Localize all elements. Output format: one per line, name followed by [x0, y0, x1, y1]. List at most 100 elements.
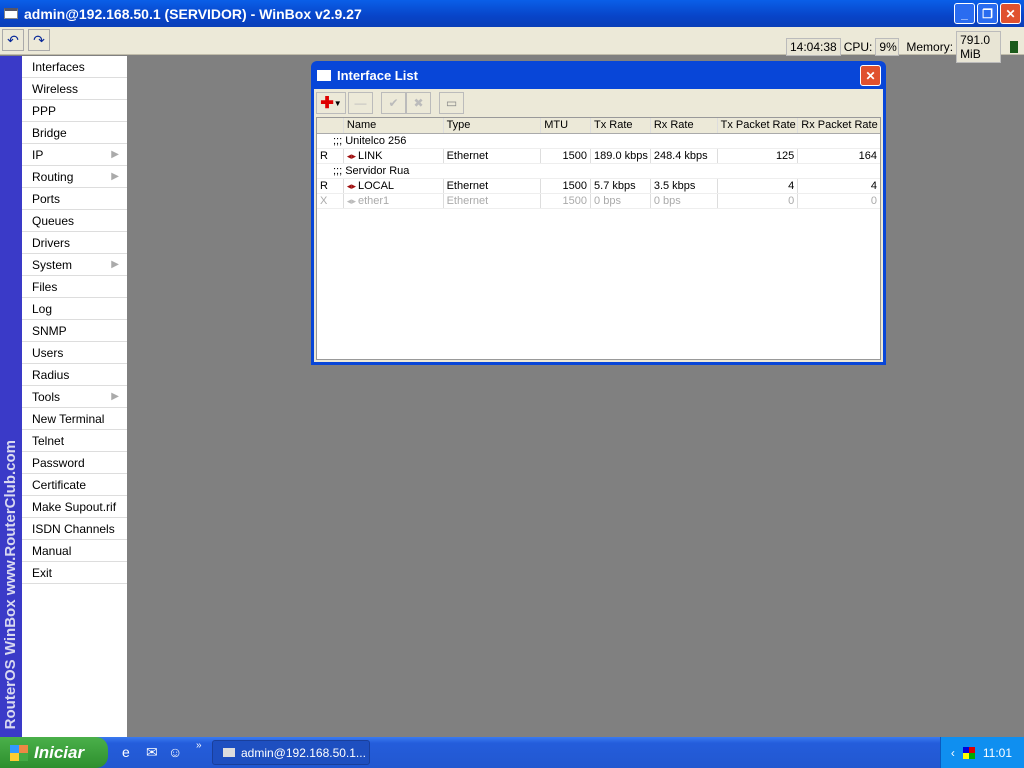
memory-label: Memory: [906, 40, 954, 54]
sidebar-item-label: Ports [32, 192, 61, 206]
sidebar-item-queues[interactable]: Queues [22, 210, 127, 232]
table-row[interactable]: X ◂▸ ether1 Ethernet 1500 0 bps 0 bps 0 0 [317, 194, 880, 209]
memory-readout: 791.0 MiB [956, 31, 1002, 63]
submenu-arrow-icon: ▶ [111, 391, 119, 402]
sidebar-item-users[interactable]: Users [22, 342, 127, 364]
disable-button[interactable]: ✖ [406, 92, 431, 114]
sidebar-item-label: Wireless [32, 82, 79, 96]
interface-name: LOCAL [357, 180, 395, 192]
remove-button[interactable]: — [348, 92, 373, 114]
tray-app-icon[interactable] [962, 746, 975, 759]
comment-button[interactable]: ▭ [439, 92, 464, 114]
outlook-icon[interactable]: ✉ [146, 744, 158, 761]
table-row[interactable]: R ◂▸ LOCAL Ethernet 1500 5.7 kbps 3.5 kbps 4 4 [317, 179, 880, 194]
cell-tx: 5.7 kbps [591, 179, 651, 193]
sidebar-item-label: Exit [32, 566, 53, 580]
quicklaunch-more-icon[interactable]: » [196, 740, 202, 751]
sidebar-item-label: New Terminal [32, 412, 105, 426]
comment-row: ;;; Unitelco 256 [317, 134, 880, 149]
sidebar-item-certificate[interactable]: Certificate [22, 474, 127, 496]
interface-list-window: Interface List ✕ ✚ ▼ — ✔ ✖ ▭ Name Type MTU T… [311, 61, 886, 365]
sidebar-item-drivers[interactable]: Drivers [22, 232, 127, 254]
sidebar-item-label: Certificate [32, 478, 87, 492]
window-title: Interface List [337, 67, 418, 83]
cell-rx: 3.5 kbps [651, 179, 718, 193]
column-header[interactable]: Type [444, 118, 542, 133]
cpu-readout: 9% [875, 38, 900, 56]
undo-button[interactable]: ↶ [2, 29, 24, 51]
taskbar: Iniciar e ✉ ☺ » admin@192.168.50.1... ‹ … [0, 737, 1024, 768]
sidebar-item-label: Tools [32, 390, 61, 404]
table-header: Name Type MTU Tx Rate Rx Rate Tx Packet Rate R… [317, 118, 880, 134]
sidebar-item-system[interactable]: System ▶ [22, 254, 127, 276]
sidebar-item-label: Manual [32, 544, 72, 558]
taskbar-item-label: admin@192.168.50.1... [241, 745, 366, 760]
cell-type: Ethernet [444, 179, 542, 193]
sidebar-item-label: ISDN Channels [32, 522, 115, 536]
cell-rxp: 4 [870, 180, 877, 192]
sidebar-item-label: Files [32, 280, 58, 294]
sidebar-item-ports[interactable]: Ports [22, 188, 127, 210]
sidebar-menu: Interfaces Wireless PPP Bridge IP ▶ Routing ▶ Po… [22, 56, 127, 737]
sidebar-item-radius[interactable]: Radius [22, 364, 127, 386]
sidebar-item-label: Telnet [32, 434, 65, 448]
close-button[interactable]: ✕ [1000, 3, 1021, 24]
sidebar-item-log[interactable]: Log [22, 298, 127, 320]
sidebar-item-label: SNMP [32, 324, 67, 338]
tray-clock: 11:01 [982, 745, 1012, 760]
column-header[interactable]: Tx Rate [591, 118, 651, 133]
app-titlebar: admin@192.168.50.1 (SERVIDOR) - WinBox v… [0, 0, 1024, 27]
sidebar-item-files[interactable]: Files [22, 276, 127, 298]
sidebar-item-isdn-channels[interactable]: ISDN Channels [22, 518, 127, 540]
sidebar-item-password[interactable]: Password [22, 452, 127, 474]
sidebar-item-tools[interactable]: Tools ▶ [22, 386, 127, 408]
sidebar-item-wireless[interactable]: Wireless [22, 78, 127, 100]
submenu-arrow-icon: ▶ [111, 171, 119, 182]
interface-icon: ◂▸ [346, 151, 356, 161]
enable-button[interactable]: ✔ [381, 92, 406, 114]
clock-readout: 14:04:38 [786, 38, 841, 56]
sidebar-item-label: System [32, 258, 73, 272]
table-row[interactable]: R ◂▸ LINK Ethernet 1500 189.0 kbps 248.4 kbps 1… [317, 149, 880, 164]
cell-flag: R [317, 179, 344, 193]
taskbar-item-winbox[interactable]: admin@192.168.50.1... [212, 740, 370, 765]
sidebar-item-ip[interactable]: IP ▶ [22, 144, 127, 166]
sidebar-item-routing[interactable]: Routing ▶ [22, 166, 127, 188]
sidebar-item-exit[interactable]: Exit [22, 562, 127, 584]
system-tray: ‹ 11:01 [940, 737, 1024, 768]
sidebar-item-ppp[interactable]: PPP [22, 100, 127, 122]
sidebar-item-manual[interactable]: Manual [22, 540, 127, 562]
sidebar-item-make-supout-rif[interactable]: Make Supout.rif [22, 496, 127, 518]
column-header[interactable]: MTU [541, 118, 592, 133]
redo-button[interactable]: ↷ [28, 29, 50, 51]
add-button[interactable]: ✚ ▼ [316, 92, 346, 114]
column-header[interactable]: Tx Packet Rate [718, 118, 799, 133]
minimize-button[interactable]: _ [954, 3, 975, 24]
interface-icon: ◂▸ [346, 196, 356, 206]
column-header[interactable] [317, 118, 344, 133]
sidebar-item-label: IP [32, 148, 44, 162]
sidebar-item-label: Users [32, 346, 64, 360]
app-title: admin@192.168.50.1 (SERVIDOR) - WinBox v… [24, 5, 362, 22]
submenu-arrow-icon: ▶ [111, 259, 119, 270]
cell-name: ◂▸ LINK [344, 149, 444, 163]
sidebar-item-snmp[interactable]: SNMP [22, 320, 127, 342]
tray-expand-icon[interactable]: ‹ [951, 746, 955, 760]
window-close-button[interactable]: ✕ [860, 65, 881, 86]
sidebar-item-bridge[interactable]: Bridge [22, 122, 127, 144]
sidebar-item-label: Make Supout.rif [32, 500, 117, 514]
main-toolbar: ↶ ↷ 14:04:38 CPU: 9% Memory: 791.0 MiB [0, 27, 1024, 63]
brand-text: RouterOS WinBox www.RouterClub.com [2, 439, 19, 729]
ie-icon[interactable]: e [122, 744, 130, 760]
messenger-icon[interactable]: ☺ [168, 744, 182, 760]
restore-button[interactable]: ❐ [977, 3, 998, 24]
interface-table: Name Type MTU Tx Rate Rx Rate Tx Packet Rate R… [316, 117, 881, 360]
sidebar-item-telnet[interactable]: Telnet [22, 430, 127, 452]
start-button[interactable]: Iniciar [0, 737, 108, 768]
sidebar-item-interfaces[interactable]: Interfaces [22, 56, 127, 78]
column-header[interactable]: Rx Packet Rate [798, 118, 880, 133]
column-header[interactable]: Rx Rate [651, 118, 718, 133]
start-label: Iniciar [34, 742, 85, 762]
column-header[interactable]: Name [344, 118, 444, 133]
sidebar-item-new-terminal[interactable]: New Terminal [22, 408, 127, 430]
